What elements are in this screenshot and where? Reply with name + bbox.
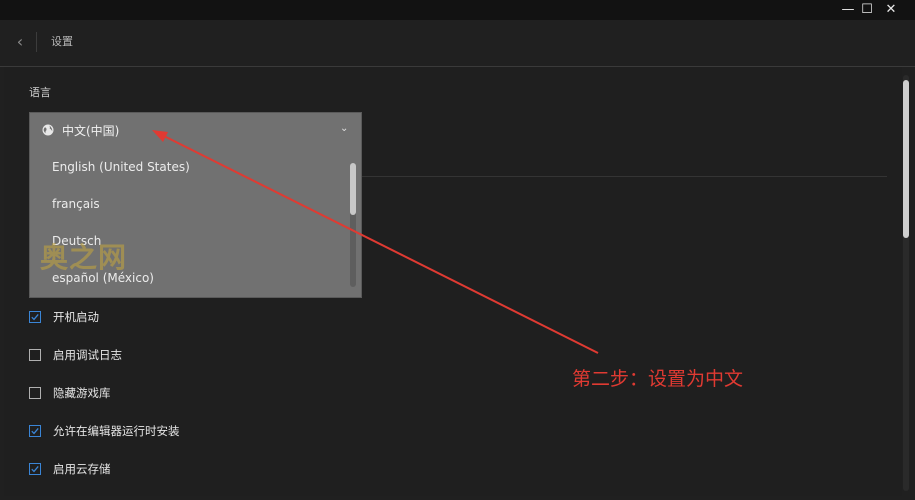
page-header: ‹ 设置 (0, 20, 915, 67)
setting-label: 隐藏游戏库 (53, 386, 111, 400)
language-section-label: 语言 (29, 86, 51, 99)
settings-window: — ☐ ✕ ‹ 设置 语言 中文(中国) ⌄ English (United S… (0, 0, 915, 500)
setting-checkbox[interactable] (29, 349, 41, 361)
checkmark-icon (31, 313, 39, 321)
setting-checkbox[interactable] (29, 463, 41, 475)
language-selected-label: 中文(中国) (62, 124, 120, 138)
back-button[interactable]: ‹ (10, 30, 30, 54)
annotation-label: 第二步：设置为中文 (572, 368, 744, 390)
setting-label: 启用调试日志 (53, 348, 122, 362)
header-divider (36, 32, 37, 52)
page-scroll-thumb[interactable] (903, 80, 909, 238)
checkmark-icon (31, 465, 39, 473)
setting-label: 启用云存储 (53, 462, 111, 476)
language-option[interactable]: English (United States) (52, 160, 190, 174)
section-divider (362, 176, 887, 177)
dropdown-scrollbar[interactable] (350, 163, 356, 287)
setting-label: 允许在编辑器运行时安装 (53, 424, 180, 438)
language-selected-value[interactable]: 中文(中国) ⌄ (30, 113, 361, 147)
chevron-down-icon: ⌄ (340, 123, 349, 134)
language-option[interactable]: français (52, 197, 100, 211)
close-button[interactable]: ✕ (882, 1, 900, 19)
language-option[interactable]: Deutsch (52, 234, 101, 248)
language-option[interactable]: español (México) (52, 271, 154, 285)
dropdown-scroll-thumb[interactable] (350, 163, 356, 215)
language-dropdown[interactable]: 中文(中国) ⌄ English (United States) françai… (29, 112, 362, 298)
globe-icon (42, 124, 54, 136)
page-title: 设置 (51, 35, 73, 48)
settings-content: 语言 中文(中国) ⌄ English (United States) fran… (4, 67, 902, 496)
setting-checkbox[interactable] (29, 425, 41, 437)
maximize-button[interactable]: ☐ (858, 1, 876, 19)
checkmark-icon (31, 427, 39, 435)
setting-label: 开机启动 (53, 310, 99, 324)
title-bar: — ☐ ✕ (0, 0, 915, 20)
chevron-left-icon: ‹ (16, 32, 24, 51)
page-scrollbar[interactable] (903, 75, 909, 491)
setting-checkbox[interactable] (29, 311, 41, 323)
minimize-button[interactable]: — (839, 1, 857, 19)
setting-checkbox[interactable] (29, 387, 41, 399)
